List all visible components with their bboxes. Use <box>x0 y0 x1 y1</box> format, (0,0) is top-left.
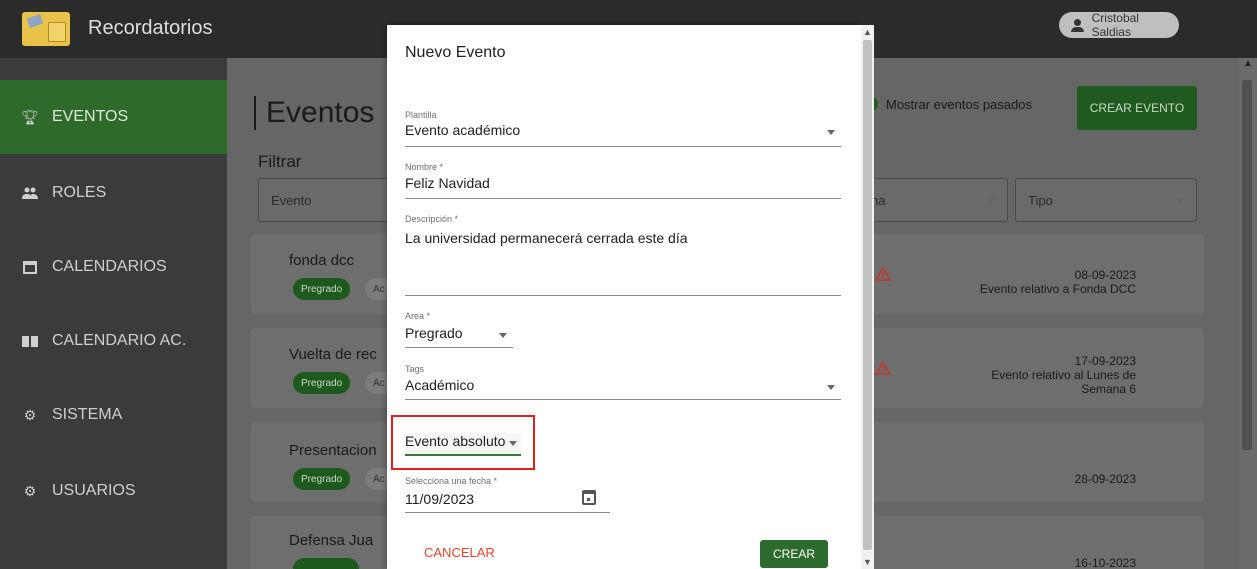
sidebar-item-label: CALENDARIOS <box>52 258 167 275</box>
descripcion-label: Descripción * <box>405 214 459 224</box>
event-info: 17-09-2023 Evento relativo al Lunes de S… <box>991 354 1136 396</box>
underline <box>405 347 513 348</box>
nombre-label: Nombre * <box>405 162 444 172</box>
sidebar-item-roles[interactable]: ROLES <box>0 156 227 230</box>
event-chip: Pregrado <box>293 372 351 394</box>
highlight-box <box>391 415 535 470</box>
chevron-down-icon <box>827 385 835 390</box>
event-title: Defensa Jua <box>289 532 374 549</box>
event-desc: Evento relativo a Fonda DCC <box>979 282 1136 296</box>
area-label: Area * <box>405 311 431 321</box>
sidebar-item-eventos[interactable]: 🏆︎ EVENTOS <box>0 80 227 154</box>
warning-icon <box>875 361 891 375</box>
scroll-down-icon[interactable]: ▼ <box>861 557 874 569</box>
dialog-title: Nuevo Evento <box>405 44 506 61</box>
event-info: 28-09-2023 <box>1075 472 1136 486</box>
dialog-scrollbar-thumb[interactable] <box>863 40 872 550</box>
gear-icon: ⚙ <box>23 482 37 499</box>
tags-select[interactable]: Académico <box>405 377 841 399</box>
underline <box>405 198 841 199</box>
cancel-button[interactable]: CANCELAR <box>424 545 495 560</box>
nombre-field[interactable]: Feliz Navidad <box>405 175 841 197</box>
area-value: Pregrado <box>405 325 463 341</box>
plantilla-select[interactable]: Evento académico <box>405 122 841 146</box>
tags-label: Tags <box>405 364 425 374</box>
event-date: 08-09-2023 <box>1074 268 1136 282</box>
area-select[interactable]: Pregrado <box>405 325 513 347</box>
page-scrollbar-thumb[interactable] <box>1242 80 1252 450</box>
sidebar-item-usuarios[interactable]: ⚙ USUARIOS <box>0 454 227 528</box>
fecha-input[interactable]: 11/09/2023 <box>405 491 575 513</box>
event-date: 17-09-2023 <box>1074 354 1136 368</box>
event-date: 16-10-2023 <box>1074 556 1136 569</box>
calendar-icon <box>22 259 38 275</box>
sidebar-item-label: ROLES <box>52 184 107 201</box>
chevron-down-icon <box>1176 197 1184 203</box>
filter-title: Filtrar <box>258 152 302 171</box>
fecha-label: Selecciona una fecha * <box>405 476 498 486</box>
page-title: Eventos <box>254 96 374 130</box>
event-desc: Semana 6 <box>1081 382 1136 396</box>
sidebar-item-label: EVENTOS <box>52 108 129 125</box>
sidebar-item-label: SISTEMA <box>52 406 123 423</box>
new-event-dialog <box>387 25 861 569</box>
tags-value: Académico <box>405 377 475 393</box>
sidebar: 🏆︎ EVENTOS ROLES CALENDARIOS CALENDARIO … <box>0 58 227 569</box>
calendar-icon[interactable] <box>582 490 596 505</box>
book-icon <box>22 333 38 349</box>
user-name: Cristobal Saldias <box>1091 11 1139 39</box>
filter-tipo-label: Tipo <box>1028 192 1053 208</box>
event-desc: Evento relativo al Lunes de <box>991 368 1136 382</box>
event-chip: Pregrado <box>293 278 351 300</box>
chevron-down-icon <box>987 197 995 203</box>
chevron-down-icon <box>499 333 507 338</box>
underline <box>405 399 841 400</box>
scroll-up-icon[interactable]: ▲ <box>1240 58 1256 72</box>
underline <box>405 512 610 513</box>
show-past-toggle[interactable]: Mostrar eventos pasados <box>862 96 1032 112</box>
people-icon <box>22 185 38 201</box>
underline <box>405 295 841 296</box>
sidebar-item-label: USUARIOS <box>52 482 136 499</box>
event-title: Presentacion <box>289 442 377 459</box>
sidebar-item-calendarios[interactable]: CALENDARIOS <box>0 230 227 304</box>
filter-tipo-select[interactable]: Tipo <box>1015 178 1197 222</box>
user-icon <box>1071 18 1084 32</box>
event-title: Vuelta de rec <box>289 346 377 363</box>
trophy-icon: 🏆︎ <box>21 108 39 125</box>
sidebar-item-sistema[interactable]: ⚙ SISTEMA <box>0 378 227 452</box>
event-info: 16-10-2023 <box>1075 556 1136 569</box>
event-chip <box>293 558 359 569</box>
event-info: 08-09-2023 Evento relativo a Fonda DCC <box>980 268 1136 296</box>
app-title: Recordatorios <box>88 17 213 39</box>
event-chip: Pregrado <box>293 468 351 490</box>
chevron-down-icon <box>827 130 835 135</box>
plantilla-value: Evento académico <box>405 122 521 138</box>
event-title: fonda dcc <box>289 252 355 269</box>
scroll-up-icon[interactable]: ▲ <box>861 27 874 39</box>
sidebar-item-label: CALENDARIO AC. <box>52 332 187 349</box>
plantilla-label: Plantilla <box>405 110 437 120</box>
filter-area-select[interactable]: na <box>858 178 1008 222</box>
event-date: 28-09-2023 <box>1074 472 1136 486</box>
create-event-button[interactable]: CREAR EVENTO <box>1077 86 1197 130</box>
warning-icon <box>875 267 891 281</box>
toggle-label: Mostrar eventos pasados <box>886 96 1032 112</box>
underline <box>405 146 841 147</box>
user-menu-button[interactable]: Cristobal Saldias <box>1059 11 1179 39</box>
filter-evento-input[interactable]: Evento <box>258 178 398 222</box>
create-button[interactable]: CREAR <box>760 540 828 568</box>
descripcion-textarea[interactable]: La universidad permanecerá cerrada este … <box>405 230 841 294</box>
filter-evento-placeholder: Evento <box>271 192 312 208</box>
sidebar-item-calendario-ac[interactable]: CALENDARIO AC. <box>0 304 227 378</box>
gear-icon: ⚙ <box>23 406 37 423</box>
app-logo <box>22 12 70 46</box>
